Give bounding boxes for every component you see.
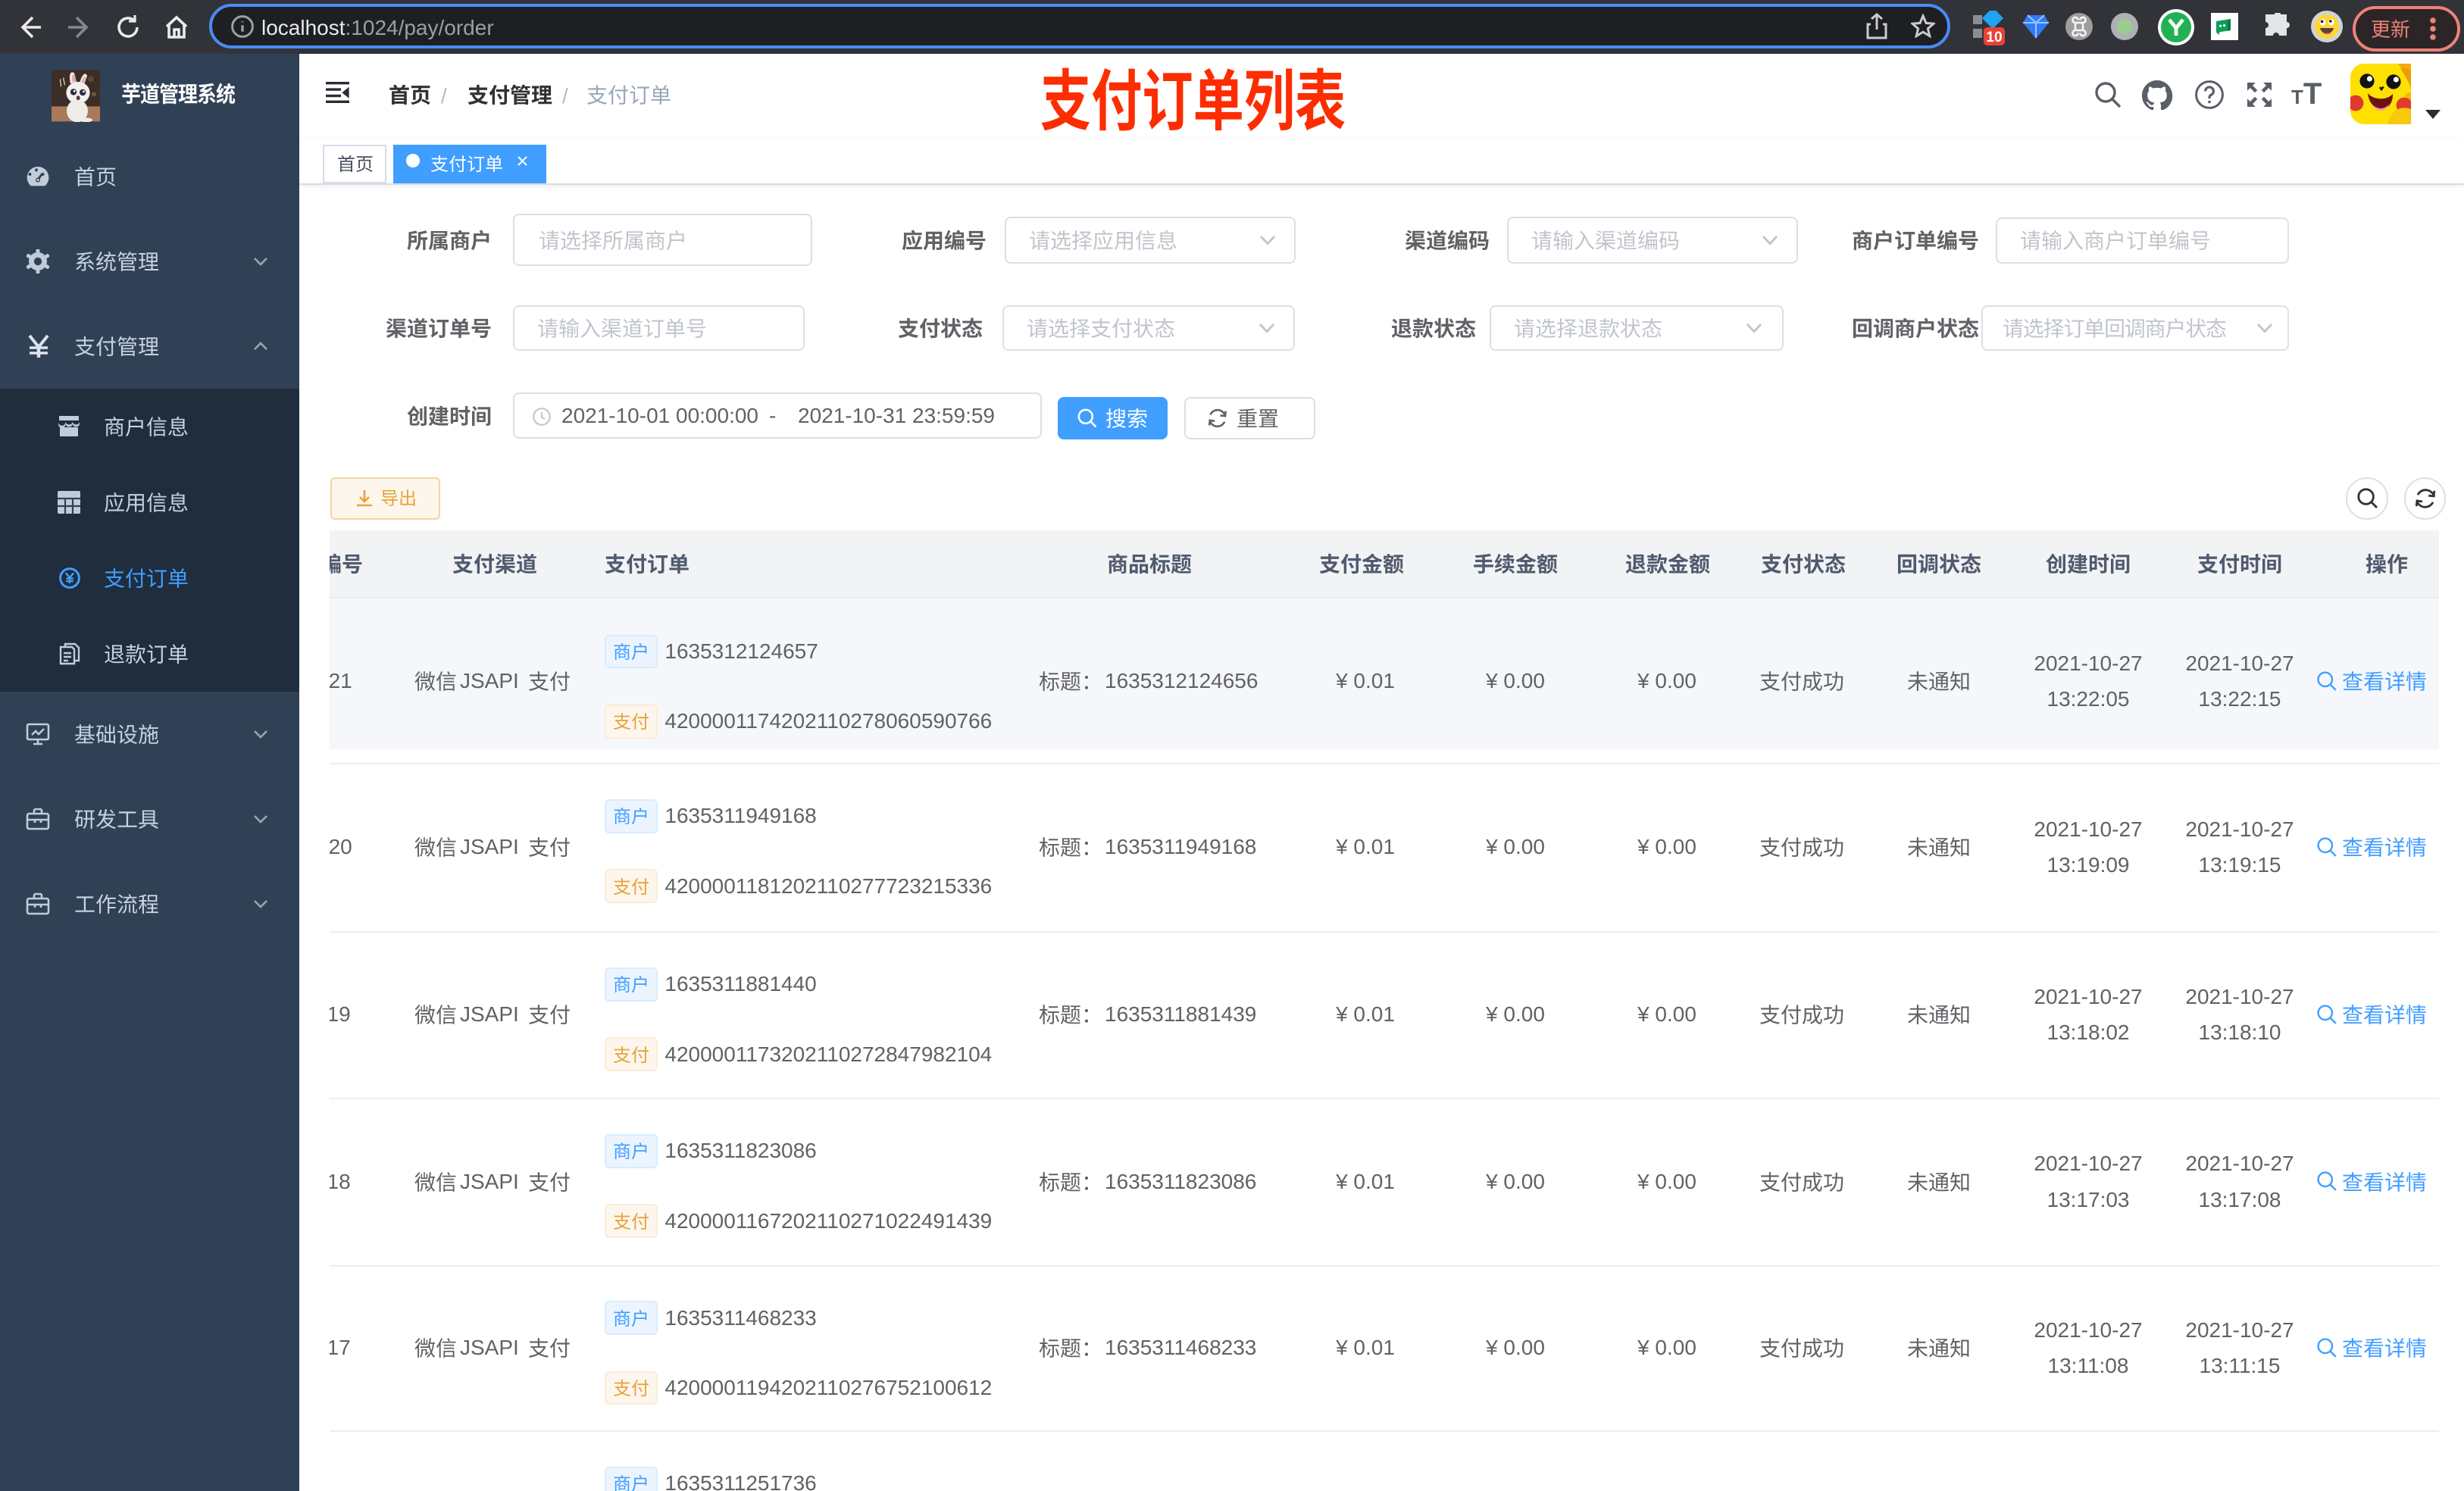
svg-text:10: 10 — [1986, 30, 2002, 45]
